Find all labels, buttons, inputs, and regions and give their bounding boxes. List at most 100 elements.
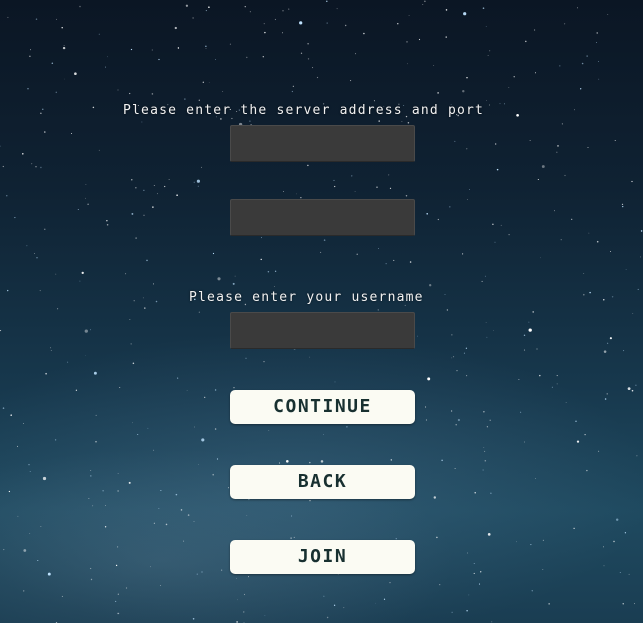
star <box>429 284 432 287</box>
star <box>401 120 403 122</box>
server-port-input[interactable] <box>230 199 415 236</box>
star <box>449 206 451 208</box>
star <box>463 12 467 16</box>
star <box>345 24 347 27</box>
star <box>516 113 519 117</box>
star <box>201 166 202 168</box>
star <box>197 185 199 187</box>
star <box>631 389 634 392</box>
star <box>106 220 108 222</box>
star <box>55 273 57 275</box>
star <box>484 275 486 277</box>
star <box>10 414 12 416</box>
star <box>177 47 180 49</box>
star <box>50 350 52 351</box>
star <box>307 58 310 60</box>
star <box>454 468 456 469</box>
star <box>619 571 621 574</box>
star <box>214 428 217 430</box>
star <box>244 6 246 8</box>
join-button[interactable]: JOIN <box>230 540 415 574</box>
star <box>523 349 526 351</box>
star <box>196 573 198 575</box>
star <box>174 26 177 30</box>
star <box>482 469 484 471</box>
star <box>39 290 41 292</box>
star <box>307 43 309 45</box>
star <box>323 595 325 597</box>
star <box>584 433 586 436</box>
star <box>536 348 538 350</box>
star <box>62 46 66 50</box>
star <box>631 180 633 183</box>
star <box>192 618 195 620</box>
star <box>205 10 207 12</box>
star <box>237 599 238 601</box>
star <box>383 598 386 600</box>
star <box>28 464 30 466</box>
star <box>193 520 195 522</box>
star <box>205 48 207 49</box>
star <box>466 148 468 150</box>
star <box>588 232 590 234</box>
star <box>409 261 412 263</box>
star <box>212 252 215 255</box>
star <box>183 540 185 542</box>
username-input[interactable] <box>230 312 415 349</box>
star <box>554 210 555 212</box>
star <box>160 490 162 491</box>
star <box>455 423 457 426</box>
star <box>596 32 598 34</box>
star <box>220 118 222 120</box>
star <box>217 277 221 281</box>
star <box>540 257 541 259</box>
star <box>457 418 461 422</box>
star <box>249 120 251 122</box>
star <box>233 387 235 389</box>
star <box>437 218 439 221</box>
star <box>378 248 379 249</box>
server-address-prompt: Please enter the server address and port <box>123 103 485 118</box>
star <box>603 350 607 353</box>
star <box>486 100 487 101</box>
star <box>462 253 464 255</box>
star <box>621 203 624 206</box>
star <box>486 336 488 338</box>
star <box>334 381 336 383</box>
server-address-input[interactable] <box>230 125 415 162</box>
star <box>40 526 42 527</box>
star <box>444 294 446 295</box>
star <box>85 183 87 185</box>
star <box>205 45 207 47</box>
star <box>407 121 410 124</box>
star <box>446 309 449 311</box>
star <box>494 241 496 243</box>
star <box>117 89 119 91</box>
star <box>153 522 155 524</box>
star <box>530 544 532 546</box>
star <box>635 384 637 386</box>
star <box>267 270 270 273</box>
star <box>610 250 612 252</box>
star <box>557 145 559 147</box>
star <box>583 272 585 274</box>
star <box>422 3 424 6</box>
star <box>17 445 18 447</box>
star <box>144 307 146 309</box>
star <box>640 256 641 258</box>
star <box>288 8 290 10</box>
star <box>397 23 399 25</box>
back-button[interactable]: BACK <box>230 465 415 499</box>
star <box>312 67 314 69</box>
star <box>37 559 39 562</box>
star <box>466 375 468 377</box>
star <box>216 458 219 460</box>
star <box>541 165 545 168</box>
star <box>79 280 81 282</box>
continue-button[interactable]: CONTINUE <box>230 390 415 424</box>
star <box>63 44 65 46</box>
star <box>51 62 54 65</box>
star <box>198 464 199 465</box>
star <box>117 612 119 615</box>
star <box>598 61 599 62</box>
